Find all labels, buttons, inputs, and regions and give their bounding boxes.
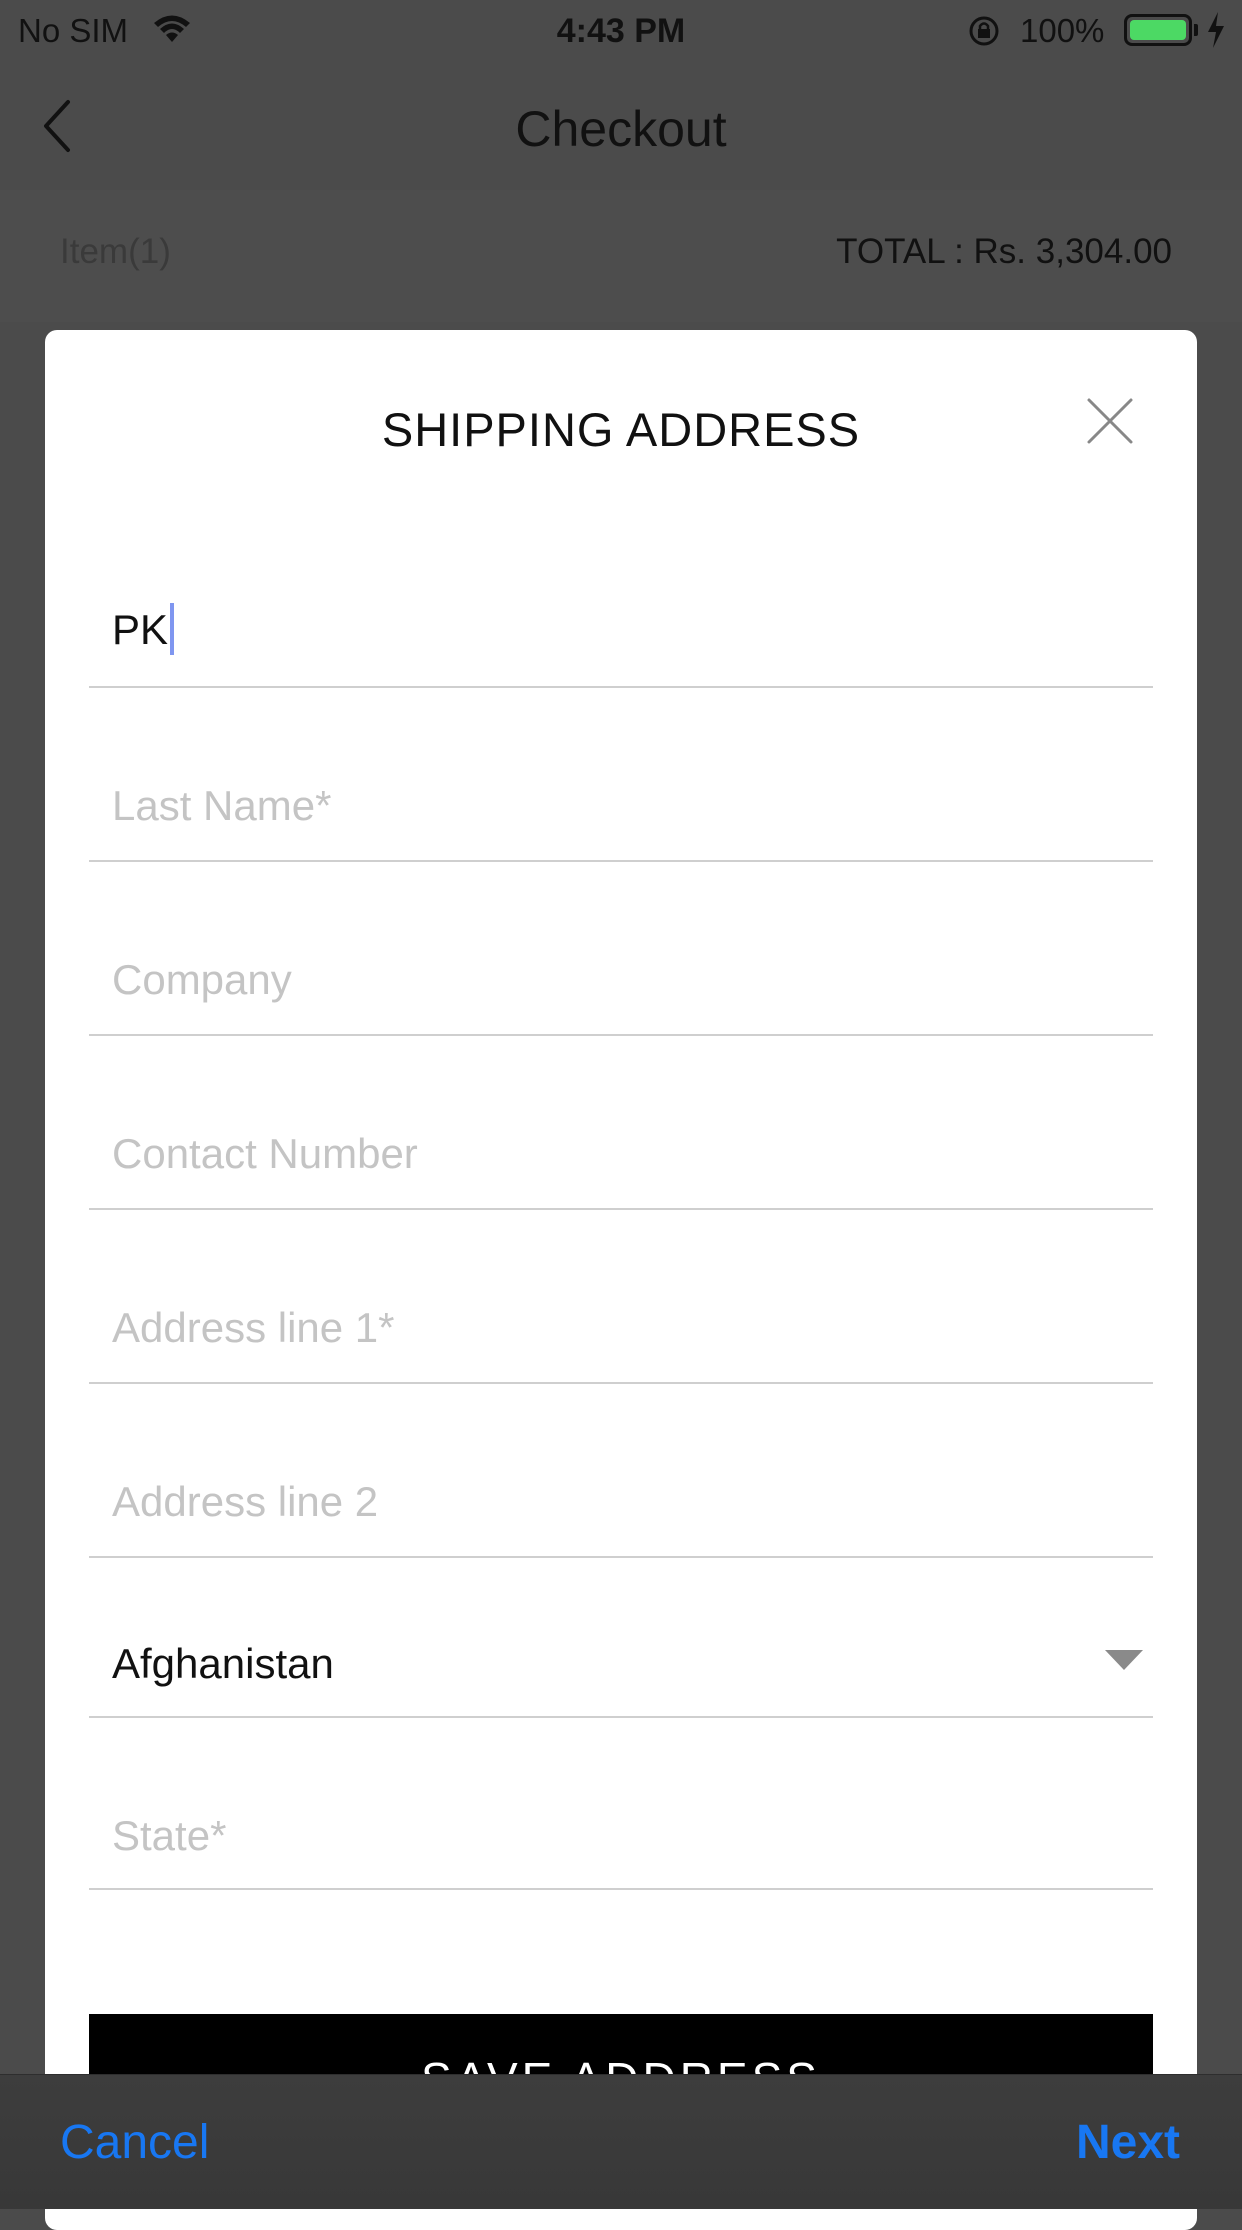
address-line-2-placeholder: Address line 2: [112, 1478, 379, 1525]
modal-title: SHIPPING ADDRESS: [381, 403, 861, 456]
charging-bolt-icon: [1206, 12, 1226, 53]
first-name-value: PK: [112, 606, 169, 653]
address-line-1-placeholder: Address line 1*: [112, 1304, 395, 1351]
order-total: TOTAL : Rs. 3,304.00: [836, 232, 1172, 271]
keyboard-accessory-bar: Cancel Next: [0, 2074, 1242, 2209]
close-icon[interactable]: [1085, 396, 1135, 451]
shipping-address-modal: SHIPPING ADDRESS PK Last Name* Company C…: [45, 330, 1197, 2230]
company-placeholder: Company: [112, 956, 292, 1003]
address-line-1-field[interactable]: Address line 1*: [89, 1210, 1153, 1384]
contact-number-placeholder: Contact Number: [112, 1130, 418, 1177]
status-bar: No SIM 4:43 PM 100%: [0, 0, 1242, 62]
navigation-bar: Checkout: [0, 62, 1242, 190]
item-count: Item(1): [60, 232, 171, 271]
company-field[interactable]: Company: [89, 862, 1153, 1036]
state-placeholder: State*: [112, 1812, 227, 1859]
address-line-2-field[interactable]: Address line 2: [89, 1384, 1153, 1558]
page-title: Checkout: [515, 101, 727, 157]
dropdown-arrow-icon: [1105, 1650, 1143, 1677]
cancel-button[interactable]: Cancel: [60, 2115, 209, 2170]
country-select[interactable]: Afghanistan: [89, 1558, 1153, 1718]
battery-percent: 100%: [1020, 12, 1105, 49]
last-name-field[interactable]: Last Name*: [89, 688, 1153, 862]
orientation-lock-icon: [966, 14, 1002, 53]
battery-icon: [1124, 14, 1192, 46]
text-caret: [170, 602, 175, 655]
state-field[interactable]: State*: [89, 1718, 1153, 1890]
battery-tip: [1194, 24, 1198, 36]
next-button[interactable]: Next: [1076, 2115, 1180, 2170]
contact-number-field[interactable]: Contact Number: [89, 1036, 1153, 1210]
first-name-field[interactable]: PK: [89, 570, 1153, 688]
country-value: Afghanistan: [112, 1640, 334, 1687]
last-name-placeholder: Last Name*: [112, 782, 332, 829]
cart-summary: Item(1) TOTAL : Rs. 3,304.00: [0, 190, 1242, 322]
